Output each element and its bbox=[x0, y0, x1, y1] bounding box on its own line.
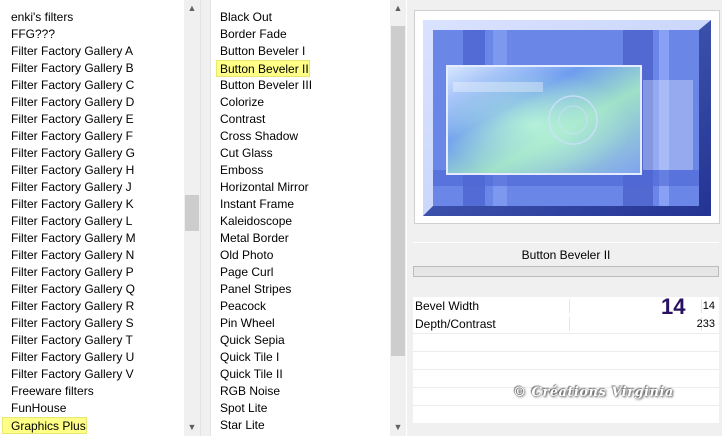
category-item[interactable]: Filter Factory Gallery U bbox=[0, 349, 189, 366]
category-item[interactable]: Filter Factory Gallery P bbox=[0, 264, 189, 281]
filter-item[interactable]: Star Lite bbox=[211, 417, 407, 434]
category-item[interactable]: Filter Factory Gallery B bbox=[0, 60, 189, 77]
filter-item[interactable]: Emboss bbox=[211, 162, 407, 179]
category-item[interactable]: enki's filters bbox=[0, 9, 189, 26]
category-item[interactable]: Filter Factory Gallery G bbox=[0, 145, 189, 162]
annotation-number: 14 bbox=[661, 294, 686, 319]
filter-scroll-thumb[interactable] bbox=[391, 26, 405, 356]
preview-image bbox=[423, 20, 711, 216]
filter-item[interactable]: Instant Frame bbox=[211, 196, 407, 213]
preview-frame bbox=[414, 10, 720, 224]
category-item[interactable]: Filter Factory Gallery Q bbox=[0, 281, 189, 298]
filter-list[interactable]: Black Out Border Fade Button Beveler I Butt… bbox=[211, 9, 407, 434]
filter-item[interactable]: Pin Wheel bbox=[211, 315, 407, 332]
filter-item[interactable]: Quick Tile II bbox=[211, 366, 407, 383]
filter-item[interactable]: Kaleidoscope bbox=[211, 213, 407, 230]
filter-list-panel: Black Out Border Fade Button Beveler I Butt… bbox=[210, 0, 408, 436]
category-item[interactable]: Filter Factory Gallery T bbox=[0, 332, 189, 349]
filter-item[interactable]: Metal Border bbox=[211, 230, 407, 247]
filter-item[interactable]: RGB Noise bbox=[211, 383, 407, 400]
scroll-down-icon[interactable]: ▼ bbox=[390, 419, 406, 436]
filter-item[interactable]: Button Beveler II bbox=[216, 60, 310, 77]
filter-item[interactable]: Border Fade bbox=[211, 26, 407, 43]
filter-item[interactable]: Horizontal Mirror bbox=[211, 179, 407, 196]
category-item[interactable]: Filter Factory Gallery H bbox=[0, 162, 189, 179]
category-item[interactable]: Graphics Plus bbox=[2, 417, 87, 434]
category-item[interactable]: Filter Factory Gallery M bbox=[0, 230, 189, 247]
category-item[interactable]: Filter Factory Gallery A bbox=[0, 43, 189, 60]
category-scrollbar[interactable]: ▲ ▼ bbox=[184, 0, 200, 436]
category-list-panel: enki's filters FFG??? Filter Factory Galle… bbox=[0, 0, 201, 436]
filter-item[interactable]: Button Beveler III bbox=[211, 77, 407, 94]
param-row-empty bbox=[413, 333, 719, 351]
category-item[interactable]: Filter Factory Gallery V bbox=[0, 366, 189, 383]
preview-panel: Button Beveler II Bevel Width 14 Depth/C… bbox=[407, 0, 722, 436]
filter-item[interactable]: Quick Tile I bbox=[211, 349, 407, 366]
filter-item[interactable]: Contrast bbox=[211, 111, 407, 128]
separator bbox=[569, 299, 570, 313]
category-item[interactable]: Filter Factory Gallery L bbox=[0, 213, 189, 230]
filter-item[interactable]: Black Out bbox=[211, 9, 407, 26]
category-item[interactable]: Filter Factory Gallery N bbox=[0, 247, 189, 264]
filter-item[interactable]: Colorize bbox=[211, 94, 407, 111]
category-item[interactable]: Filter Factory Gallery K bbox=[0, 196, 189, 213]
category-item[interactable]: Filter Factory Gallery E bbox=[0, 111, 189, 128]
filter-item[interactable]: Old Photo bbox=[211, 247, 407, 264]
filter-item[interactable]: Page Curl bbox=[211, 264, 407, 281]
category-item[interactable]: FunHouse bbox=[0, 400, 189, 417]
filter-scrollbar[interactable]: ▲ ▼ bbox=[390, 0, 406, 436]
param-value[interactable]: 14 bbox=[703, 297, 715, 315]
category-item[interactable]: Filter Factory Gallery C bbox=[0, 77, 189, 94]
param-label: Bevel Width bbox=[415, 299, 480, 313]
filter-item[interactable]: Button Beveler I bbox=[211, 43, 407, 60]
scroll-down-icon[interactable]: ▼ bbox=[184, 419, 200, 436]
separator bbox=[569, 317, 570, 331]
category-item[interactable]: Filter Factory Gallery R bbox=[0, 298, 189, 315]
filter-item[interactable]: Cross Shadow bbox=[211, 128, 407, 145]
param-row-empty bbox=[413, 351, 719, 369]
category-item[interactable]: Filter Factory Gallery S bbox=[0, 315, 189, 332]
filter-item[interactable]: Spot Lite bbox=[211, 400, 407, 417]
scroll-up-icon[interactable]: ▲ bbox=[390, 0, 406, 17]
filter-item[interactable]: Cut Glass bbox=[211, 145, 407, 162]
scroll-up-icon[interactable]: ▲ bbox=[184, 0, 200, 17]
filter-item[interactable]: Quick Sepia bbox=[211, 332, 407, 349]
param-label: Depth/Contrast bbox=[415, 317, 496, 331]
filter-item[interactable]: Panel Stripes bbox=[211, 281, 407, 298]
param-value[interactable]: 233 bbox=[697, 315, 715, 333]
category-item[interactable]: Filter Factory Gallery J bbox=[0, 179, 189, 196]
category-item[interactable]: Filter Factory Gallery D bbox=[0, 94, 189, 111]
category-item[interactable]: FFG??? bbox=[0, 26, 189, 43]
category-scroll-thumb[interactable] bbox=[185, 195, 199, 231]
category-item[interactable]: Freeware filters bbox=[0, 383, 189, 400]
filter-name-label: Button Beveler II bbox=[413, 242, 719, 267]
category-list[interactable]: enki's filters FFG??? Filter Factory Galle… bbox=[0, 9, 189, 434]
filter-item[interactable]: Peacock bbox=[211, 298, 407, 315]
param-row-empty bbox=[413, 405, 719, 423]
progress-bar bbox=[413, 266, 719, 277]
category-item[interactable]: Filter Factory Gallery F bbox=[0, 128, 189, 145]
watermark: © Créations Virginia bbox=[513, 385, 674, 400]
